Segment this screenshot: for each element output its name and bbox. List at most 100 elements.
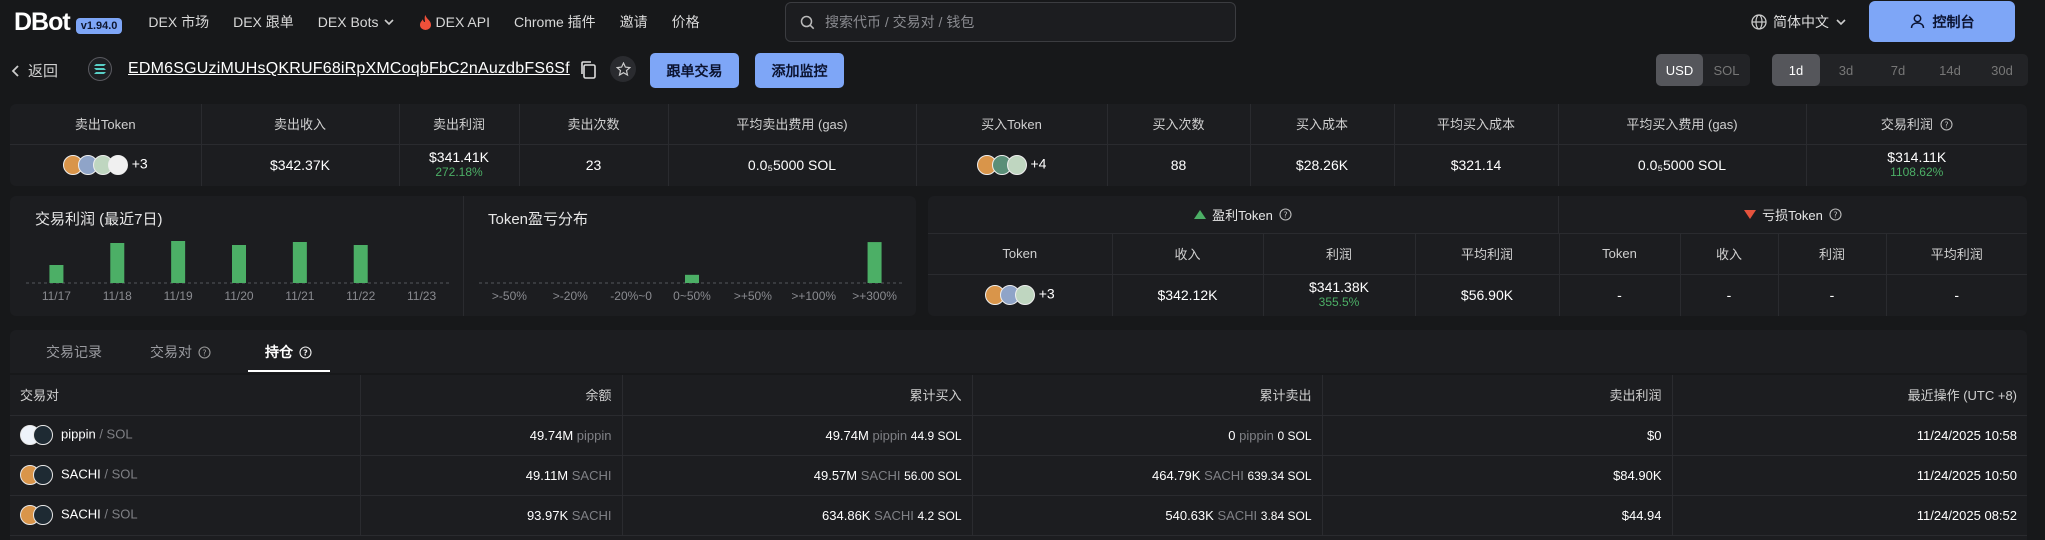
profit-chart-bar[interactable] bbox=[110, 243, 125, 283]
tab-trading-pairs[interactable]: 交易对 ? bbox=[150, 342, 211, 362]
balance-unit: pippin bbox=[576, 427, 612, 443]
table-row[interactable]: SACHI / SOL 49.11M SACHI 49.57M SACHI 56… bbox=[10, 455, 2027, 496]
pair-quote: / SOL bbox=[104, 466, 138, 482]
col-header: Token bbox=[1559, 234, 1681, 275]
stat-header: 卖出次数 bbox=[519, 104, 669, 145]
pair-name[interactable]: pippin bbox=[61, 426, 96, 441]
tab-label: 交易对 bbox=[150, 344, 192, 360]
sell-amount: 464.79K bbox=[1152, 467, 1201, 483]
console-button[interactable]: 控制台 bbox=[1869, 1, 2015, 42]
nav-invite[interactable]: 邀请 bbox=[620, 12, 648, 32]
profit-chart-bar[interactable] bbox=[171, 241, 186, 283]
table-row[interactable]: pippin / SOL 49.74M pippin 49.74M pippin… bbox=[10, 415, 2027, 456]
pair-name[interactable]: SACHI bbox=[61, 506, 101, 521]
stat-header: 买入成本 bbox=[1250, 104, 1395, 145]
profit-tokens[interactable]: +3 bbox=[928, 274, 1113, 316]
svg-text:?: ? bbox=[1944, 121, 1948, 130]
currency-sol[interactable]: SOL bbox=[1703, 54, 1750, 86]
sell-profit: $0 bbox=[1322, 415, 1673, 456]
loss-token-title: 亏损Token bbox=[1762, 208, 1823, 223]
search-input[interactable] bbox=[825, 14, 1205, 30]
col-header: 余额 bbox=[360, 375, 623, 416]
nav-dex-api[interactable]: DEX API bbox=[419, 14, 490, 30]
loss-profit: - bbox=[1778, 274, 1887, 316]
help-icon: ? bbox=[198, 345, 211, 359]
distribution-chart-tick-label: >+300% bbox=[852, 289, 897, 303]
period-3d[interactable]: 3d bbox=[1820, 54, 1872, 86]
table-row[interactable]: SACHI / SOL 93.97K SACHI 634.86K SACHI 4… bbox=[10, 495, 2027, 536]
sell-profit-cell: $341.41K 272.18% bbox=[399, 144, 520, 186]
profit-chart-tick-label: 11/21 bbox=[285, 289, 314, 303]
period-30d[interactable]: 30d bbox=[1976, 54, 2028, 86]
stat-header-trade-profit: 交易利润 ? bbox=[1806, 104, 2027, 145]
fire-icon bbox=[419, 14, 431, 30]
pair-name[interactable]: SACHI bbox=[61, 466, 101, 481]
help-icon[interactable]: ? bbox=[1829, 208, 1842, 221]
profit-chart-bar[interactable] bbox=[292, 242, 307, 283]
active-tab-indicator bbox=[248, 370, 330, 372]
sell-profit-pct: 272.18% bbox=[435, 165, 483, 180]
copy-trade-button[interactable]: 跟单交易 bbox=[650, 53, 739, 88]
avg-buy-fee: 0.0₅5000 SOL bbox=[1558, 144, 1807, 186]
profit-income: $342.12K bbox=[1112, 274, 1264, 316]
distribution-chart-tick-label: -20%~0 bbox=[610, 289, 652, 303]
add-monitor-button[interactable]: 添加监控 bbox=[755, 53, 844, 88]
more-count: +3 bbox=[1038, 285, 1055, 302]
avg-sell-fee: 0.0₅5000 SOL bbox=[668, 144, 917, 186]
nav-dex-market[interactable]: DEX 市场 bbox=[148, 12, 209, 32]
nav-dex-copy[interactable]: DEX 跟单 bbox=[233, 12, 294, 32]
token-avatar bbox=[1006, 155, 1027, 176]
logo[interactable]: DBot v1.94.0 bbox=[14, 8, 123, 37]
favorite-button[interactable] bbox=[610, 56, 636, 82]
profit-chart-bar[interactable] bbox=[49, 265, 64, 283]
loss-token-header: 亏损Token ? bbox=[1559, 196, 2027, 234]
search-box[interactable] bbox=[785, 2, 1236, 42]
buy-cost: $28.26K bbox=[1250, 144, 1395, 186]
currency-usd[interactable]: USD bbox=[1656, 54, 1703, 86]
stat-header-label: 交易利润 bbox=[1880, 117, 1933, 133]
nav-pricing[interactable]: 价格 bbox=[672, 12, 700, 32]
nav-chrome-extension[interactable]: Chrome 插件 bbox=[514, 12, 596, 32]
avg-profit: $56.90K bbox=[1415, 274, 1560, 316]
profit-chart-bar[interactable] bbox=[353, 245, 368, 283]
tab-trade-records[interactable]: 交易记录 bbox=[46, 342, 102, 362]
distribution-chart-tick-label: >-20% bbox=[553, 289, 588, 303]
period-1d[interactable]: 1d bbox=[1772, 54, 1820, 86]
sell-profit: $84.90K bbox=[1322, 455, 1673, 496]
nav-label: 邀请 bbox=[619, 14, 648, 30]
back-button[interactable]: 返回 bbox=[10, 60, 58, 81]
triangle-up-icon bbox=[1194, 210, 1207, 219]
wallet-address[interactable]: EDM6SGUziMUHsQKRUF68iRpXMCoqbFbC2nAuzdbF… bbox=[128, 60, 570, 78]
copy-icon[interactable] bbox=[579, 60, 597, 83]
sell-count: 23 bbox=[519, 144, 669, 186]
help-icon[interactable]: ? bbox=[1940, 118, 1953, 131]
token-pair-icon bbox=[20, 465, 53, 485]
col-header: 收入 bbox=[1680, 234, 1779, 275]
tab-label: 交易记录 bbox=[46, 344, 102, 360]
stat-header: 买入Token bbox=[916, 104, 1108, 145]
tab-holdings[interactable]: 持仓 ? bbox=[265, 342, 312, 362]
distribution-chart-bar[interactable] bbox=[867, 242, 882, 283]
col-header: 收入 bbox=[1112, 234, 1264, 275]
distribution-chart-bar[interactable] bbox=[685, 274, 699, 283]
nav-dex-bots[interactable]: DEX Bots bbox=[318, 14, 395, 30]
sell-amount: 0 bbox=[1228, 427, 1236, 443]
help-icon[interactable]: ? bbox=[1279, 208, 1292, 221]
profit-chart-tick-label: 11/17 bbox=[42, 289, 71, 303]
profit-chart-bar[interactable] bbox=[232, 245, 246, 283]
buy-tokens[interactable]: +4 bbox=[916, 144, 1108, 186]
period-14d[interactable]: 14d bbox=[1924, 54, 1976, 86]
col-header: 卖出利润 bbox=[1322, 375, 1673, 416]
profit-pct: 355.5% bbox=[1318, 295, 1360, 310]
sell-sol: 0 SOL bbox=[1277, 428, 1312, 443]
pnl-token-table: Token 收入 利润 平均利润 Token 收入 利润 平均利润 +3 $34… bbox=[928, 234, 2027, 316]
language-selector[interactable]: 简体中文 bbox=[1751, 12, 1847, 32]
sell-tokens[interactable]: +3 bbox=[10, 144, 202, 186]
profit-token-title: 盈利Token bbox=[1212, 208, 1273, 223]
more-count: +4 bbox=[1030, 155, 1047, 172]
period-7d[interactable]: 7d bbox=[1872, 54, 1924, 86]
stat-header: 买入次数 bbox=[1107, 104, 1251, 145]
pnl-token-panel: 盈利Token ? 亏损Token ? Token 收入 利润 平均利润 Tok… bbox=[928, 196, 2027, 316]
balance: 49.11M bbox=[525, 467, 569, 483]
user-icon bbox=[1910, 14, 1924, 29]
